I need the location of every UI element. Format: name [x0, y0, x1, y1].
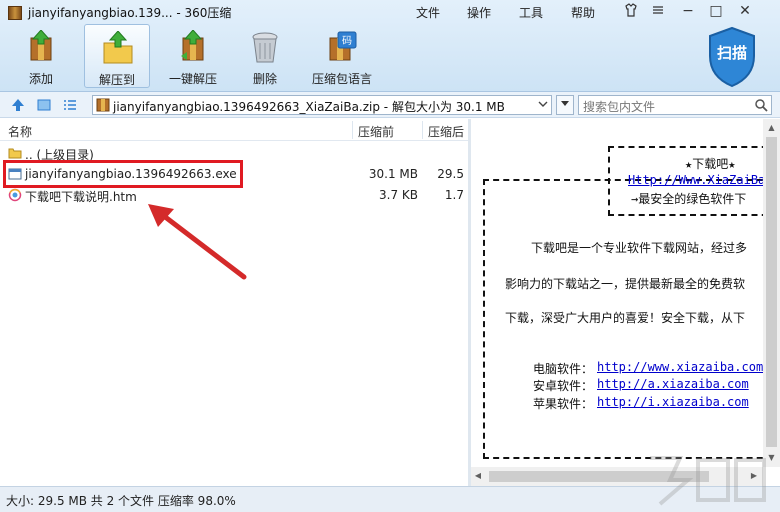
zip-file-icon	[96, 98, 110, 112]
column-divider[interactable]	[422, 121, 423, 139]
search-placeholder: 搜索包内文件	[583, 100, 656, 114]
preview-link[interactable]: http://a.xiazaiba.com	[597, 377, 749, 391]
address-row: jianyifanyangbiao.1396492663_XiaZaiBa.zi…	[0, 92, 780, 118]
file-size: 3.7 KB	[379, 188, 418, 202]
app-icon	[8, 6, 22, 20]
preview-link[interactable]: http://i.xiazaiba.com	[597, 395, 749, 409]
file-packed-size: 29.5	[437, 167, 464, 181]
delete-button[interactable]: 删除	[232, 24, 298, 88]
extract-to-label: 解压到	[98, 73, 135, 87]
preview-box-slogan: →最安全的绿色软件下	[631, 192, 747, 206]
menu-file[interactable]: 文件	[416, 4, 440, 21]
scroll-left-icon[interactable]: ◀	[471, 471, 485, 480]
add-archive-icon	[30, 30, 52, 61]
preview-paragraph: 影响力的下载站之一，提供最新最全的免费软	[505, 277, 746, 291]
title-and-toolbar: jianyifanyangbiao.139... - 360压缩 文件 操作 工…	[0, 0, 780, 92]
close-button[interactable]: ✕	[733, 2, 757, 20]
scroll-thumb[interactable]	[766, 137, 777, 447]
folder-icon	[8, 148, 22, 159]
file-list-header: 名称 压缩前 压缩后	[0, 119, 468, 141]
svg-text:码: 码	[342, 35, 352, 47]
watermark-logo	[650, 456, 766, 506]
column-packed[interactable]: 压缩后	[428, 123, 464, 140]
file-packed-size: 1.7	[444, 188, 464, 202]
archive-path-field[interactable]: jianyifanyangbiao.1396492663_XiaZaiBa.zi…	[92, 95, 552, 115]
one-click-extract-icon	[181, 30, 204, 61]
archive-language-label: 压缩包语言	[311, 72, 372, 86]
menu-operation[interactable]: 操作	[467, 4, 491, 21]
preview-box-title: ★下载吧★	[685, 157, 736, 171]
preview-link-label: 电脑软件：	[533, 362, 594, 376]
large-icon-view-icon[interactable]	[36, 97, 52, 113]
add-label: 添加	[28, 72, 53, 86]
scan-button[interactable]: 扫描	[706, 26, 758, 88]
highlight-box	[3, 160, 243, 188]
vertical-scrollbar[interactable]: ▲ ▼	[763, 119, 780, 467]
menu-dropdown-icon[interactable]	[646, 2, 670, 20]
delete-label: 删除	[252, 72, 277, 86]
one-click-extract-button[interactable]: 一键解压	[160, 24, 226, 88]
annotation-arrow	[148, 204, 247, 280]
archive-path-text: jianyifanyangbiao.1396492663_XiaZaiBa.zi…	[113, 100, 505, 114]
search-icon[interactable]	[754, 98, 768, 112]
scan-label: 扫描	[716, 44, 747, 62]
up-arrow-icon[interactable]	[10, 97, 26, 113]
extract-to-icon	[103, 31, 133, 64]
file-preview: ★下载吧★ Http://Www.XiaZaiBa →最安全的绿色软件下 下载吧…	[471, 119, 763, 467]
column-divider[interactable]	[352, 121, 353, 139]
preview-paragraph: 下载，深受广大用户的喜爱！安全下载，从下	[505, 311, 746, 325]
minimize-button[interactable]: −	[676, 2, 700, 20]
window-title: jianyifanyangbiao.139... - 360压缩	[28, 6, 232, 20]
list-view-icon[interactable]	[62, 97, 78, 113]
file-name: 下载吧下载说明.htm	[25, 190, 137, 204]
search-input[interactable]: 搜索包内文件	[578, 95, 772, 115]
column-size[interactable]: 压缩前	[358, 123, 394, 140]
scroll-up-icon[interactable]: ▲	[763, 123, 780, 132]
history-dropdown-button[interactable]	[556, 95, 574, 115]
add-button[interactable]: 添加	[8, 24, 74, 88]
triangle-down-icon	[561, 101, 569, 106]
preview-link-label: 苹果软件：	[533, 397, 594, 411]
preview-link[interactable]: http://www.xiazaiba.com	[597, 360, 763, 374]
maximize-button[interactable]: □	[704, 2, 728, 20]
preview-box-url[interactable]: Http://Www.XiaZaiBa	[628, 173, 763, 187]
chevron-down-icon[interactable]	[537, 98, 549, 113]
archive-language-button[interactable]: 码 压缩包语言	[306, 24, 378, 88]
preview-paragraph: 下载吧是一个专业软件下载网站，经过多	[531, 241, 748, 255]
column-name[interactable]: 名称	[8, 123, 32, 140]
extract-to-button[interactable]: 解压到	[84, 24, 150, 88]
status-text: 大小: 29.5 MB 共 2 个文件 压缩率 98.0%	[6, 494, 236, 508]
one-click-extract-label: 一键解压	[168, 72, 217, 86]
file-size: 30.1 MB	[368, 167, 418, 181]
archive-language-icon: 码	[329, 31, 357, 61]
htm-file-icon	[8, 188, 22, 202]
menu-tools[interactable]: 工具	[519, 4, 543, 21]
preview-link-label: 安卓软件：	[533, 379, 594, 393]
delete-trash-icon	[252, 32, 278, 63]
skin-icon[interactable]	[619, 2, 643, 20]
menu-help[interactable]: 帮助	[571, 4, 595, 21]
